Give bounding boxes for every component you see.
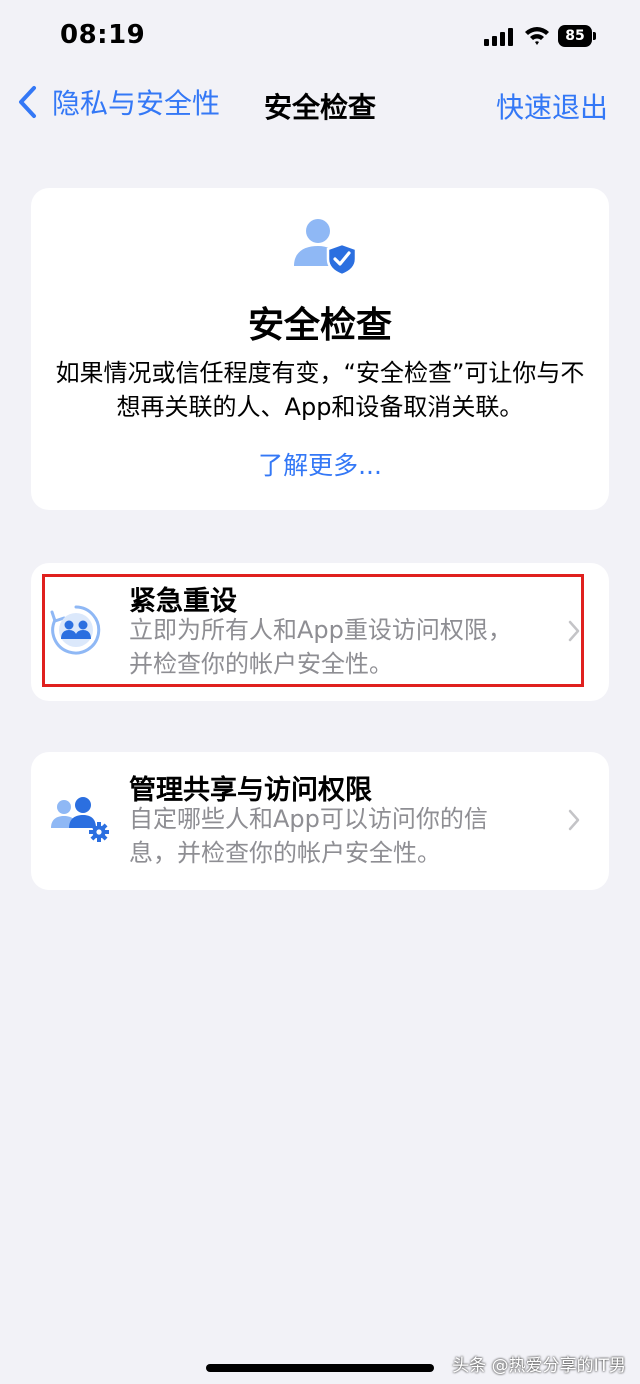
emergency-reset-row[interactable]: 紧急重设 立即为所有人和App重设访问权限，并检查你的帐户安全性。	[31, 563, 609, 701]
chevron-right-icon	[568, 620, 580, 642]
cellular-signal-icon	[484, 28, 513, 46]
hero-title: 安全检查	[247, 305, 392, 346]
battery-level: 85	[558, 25, 592, 47]
person-shield-icon	[294, 219, 358, 276]
row-description: 自定哪些人和App可以访问你的信息，并检查你的帐户安全性。	[129, 805, 488, 867]
chevron-right-icon	[568, 809, 580, 831]
navigation-bar: 隐私与安全性 安全检查 快速退出	[0, 72, 640, 136]
battery-icon: 85	[558, 25, 598, 47]
reset-people-icon	[50, 605, 101, 655]
manage-sharing-access-row[interactable]: 管理共享与访问权限 自定哪些人和App可以访问你的信息，并检查你的帐户安全性。	[31, 752, 609, 890]
learn-more-link[interactable]: 了解更多...	[31, 446, 609, 482]
quick-exit-button[interactable]: 快速退出	[496, 86, 608, 126]
status-bar: 08:19 85	[0, 0, 640, 72]
status-time: 08:19	[60, 20, 146, 50]
hero-description: 如果情况或信任程度有变，“安全检查”可让你与不想再关联的人、App和设备取消关联…	[55, 359, 585, 421]
people-gear-icon	[51, 797, 109, 842]
wifi-icon	[525, 27, 549, 45]
home-indicator[interactable]	[206, 1364, 434, 1372]
safety-check-info-card: 安全检查 如果情况或信任程度有变，“安全检查”可让你与不想再关联的人、App和设…	[31, 188, 609, 510]
row-description: 立即为所有人和App重设访问权限，并检查你的帐户安全性。	[129, 616, 512, 678]
watermark-text: 头条 @热爱分享的IT男	[452, 1356, 626, 1376]
